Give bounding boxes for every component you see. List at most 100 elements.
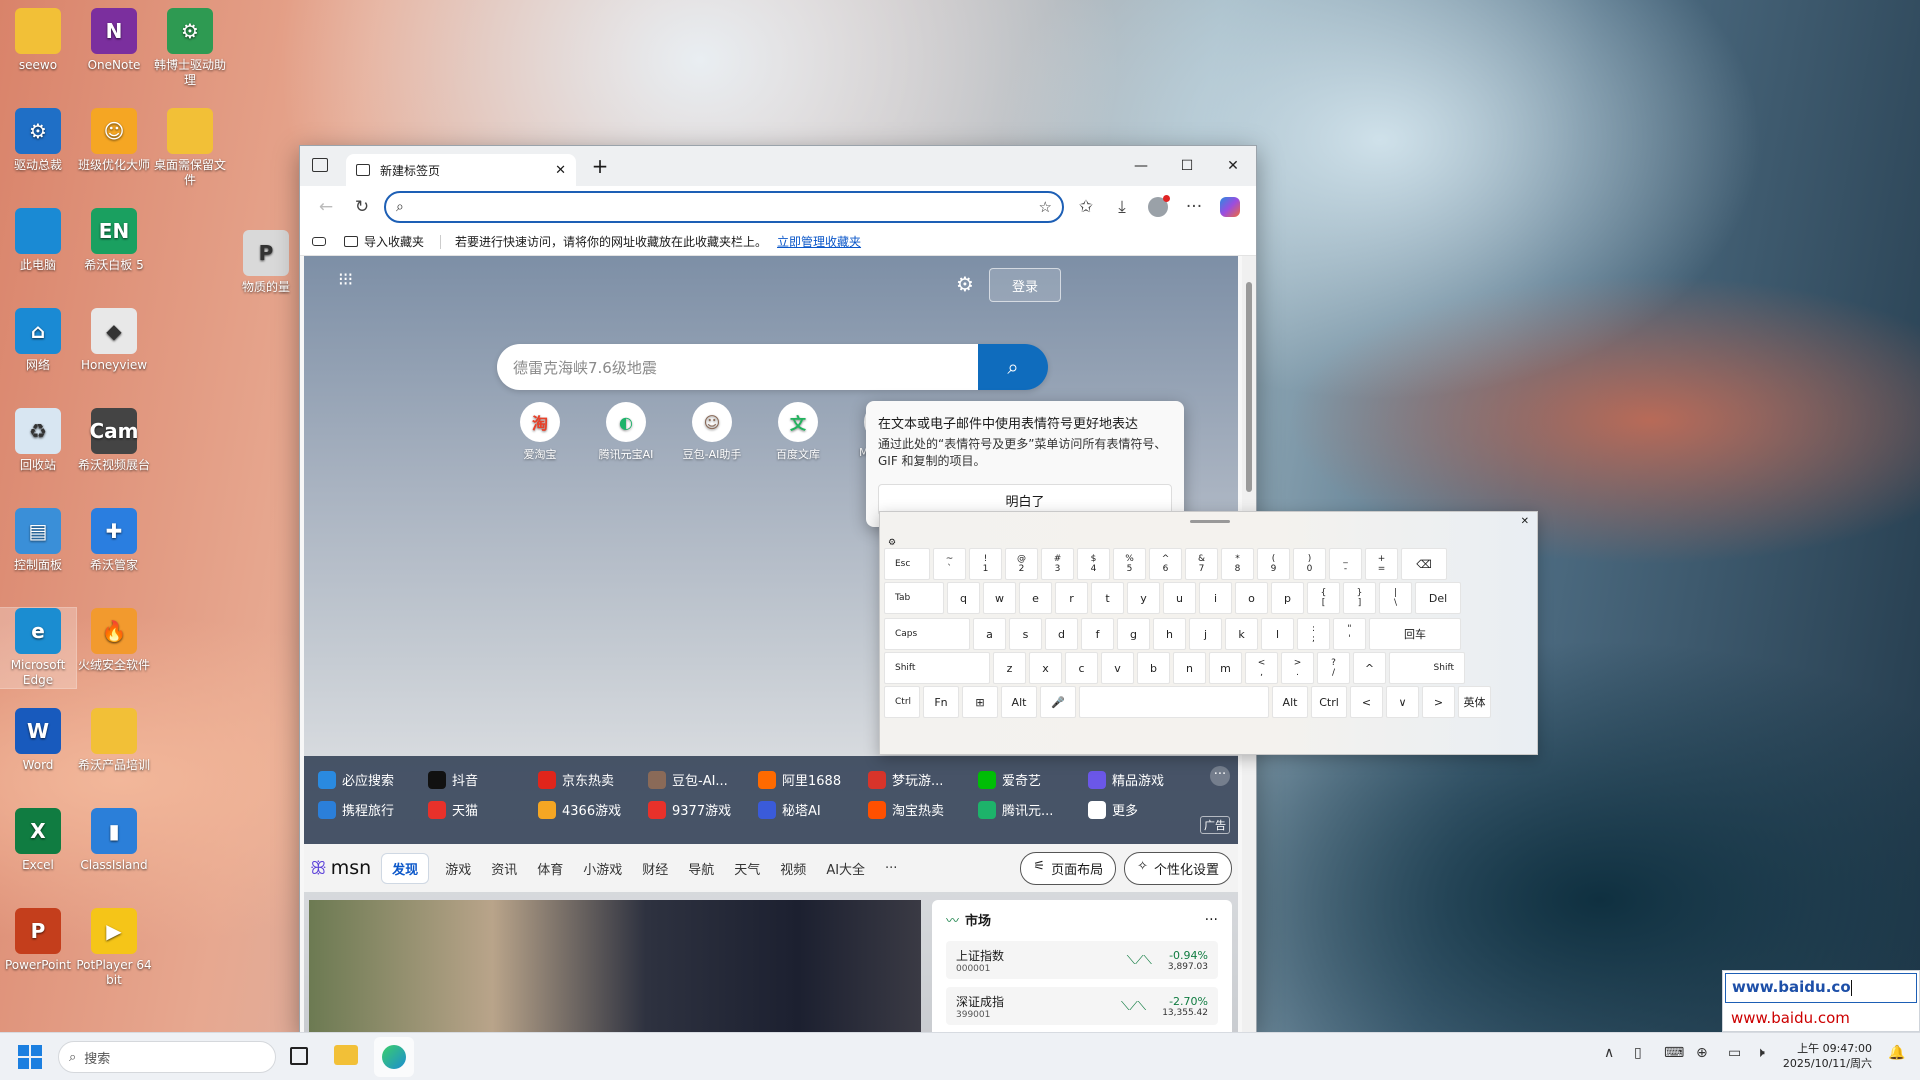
copilot-icon[interactable]: [1212, 191, 1248, 223]
key-3-6[interactable]: n: [1173, 652, 1206, 684]
key-1-8[interactable]: i: [1199, 582, 1232, 614]
key-0-14[interactable]: ⌫: [1401, 548, 1447, 580]
desktop-icon-21[interactable]: P PowerPoint: [0, 908, 76, 973]
refresh-button[interactable]: ↻: [344, 191, 380, 223]
key-3-2[interactable]: x: [1029, 652, 1062, 684]
desktop-icon-22[interactable]: ▶ PotPlayer 64 bit: [76, 908, 152, 988]
desktop-icon-10[interactable]: ◆ Honeyview: [76, 308, 152, 373]
manage-favorites-link[interactable]: 立即管理收藏夹: [777, 233, 861, 250]
key-4-0[interactable]: Ctrl: [884, 686, 920, 718]
keyboard-close-icon[interactable]: ✕: [1521, 516, 1529, 527]
key-1-5[interactable]: t: [1091, 582, 1124, 614]
key-3-12[interactable]: Shift: [1389, 652, 1465, 684]
key-2-9[interactable]: l: [1261, 618, 1294, 650]
key-3-5[interactable]: b: [1137, 652, 1170, 684]
key-4-7[interactable]: Ctrl: [1311, 686, 1347, 718]
key-2-10[interactable]: :;: [1297, 618, 1330, 650]
desktop-icon-1[interactable]: N OneNote: [76, 8, 152, 73]
msn-tab-1[interactable]: 游戏: [435, 859, 481, 878]
key-1-14[interactable]: Del: [1415, 582, 1461, 614]
volume-mute-icon[interactable]: 🕨: [1756, 1045, 1765, 1061]
back-button[interactable]: ←: [308, 191, 344, 223]
key-2-5[interactable]: g: [1117, 618, 1150, 650]
desktop-icon-3[interactable]: ⚙ 驱动总裁: [0, 108, 76, 173]
key-0-12[interactable]: _ -: [1329, 548, 1362, 580]
key-0-13[interactable]: + =: [1365, 548, 1398, 580]
key-2-7[interactable]: j: [1189, 618, 1222, 650]
site-link-9[interactable]: 天猫: [428, 800, 478, 819]
market-row[interactable]: 上证指数 000001 ⟍⟋⟍ -0.94% 3,897.03: [946, 941, 1218, 979]
key-0-2[interactable]: ! 1: [969, 548, 1002, 580]
key-1-11[interactable]: {[: [1307, 582, 1340, 614]
desktop-icon-15[interactable]: e Microsoft Edge: [0, 607, 77, 689]
site-link-5[interactable]: 梦玩游...: [868, 770, 943, 789]
site-link-1[interactable]: 抖音: [428, 770, 478, 789]
edge-taskbar-icon[interactable]: [374, 1037, 414, 1077]
web-search-box[interactable]: 德雷克海峡7.6级地震 ⌕: [497, 344, 1048, 390]
key-3-4[interactable]: v: [1101, 652, 1134, 684]
msn-tab-6[interactable]: 导航: [678, 859, 724, 878]
desktop-icon-4[interactable]: ☺ 班级优化大师: [76, 108, 152, 173]
more-icon[interactable]: ···: [1176, 191, 1212, 223]
key-3-10[interactable]: ? /: [1317, 652, 1350, 684]
web-search-button[interactable]: ⌕: [978, 344, 1048, 390]
key-0-0[interactable]: Esc: [884, 548, 930, 580]
msn-tab-5[interactable]: 财经: [632, 859, 678, 878]
key-1-9[interactable]: o: [1235, 582, 1268, 614]
key-1-2[interactable]: w: [983, 582, 1016, 614]
desktop-icon-8[interactable]: P 物质的量: [228, 230, 304, 295]
new-tab-button[interactable]: +: [586, 154, 614, 178]
key-3-1[interactable]: z: [993, 652, 1026, 684]
usb-icon[interactable]: ▯: [1634, 1045, 1642, 1061]
site-link-4[interactable]: 阿里1688: [758, 770, 841, 789]
desktop-icon-20[interactable]: ▮ ClassIsland: [76, 808, 152, 873]
web-search-input[interactable]: 德雷克海峡7.6级地震: [497, 344, 978, 390]
desktop-icon-14[interactable]: ✚ 希沃管家: [76, 508, 152, 573]
key-3-0[interactable]: Shift: [884, 652, 990, 684]
import-favorites-link[interactable]: 导入收藏夹: [364, 233, 424, 250]
site-link-6[interactable]: 爱奇艺: [978, 770, 1041, 789]
baidu-suggestion[interactable]: www.baidu.com: [1723, 1005, 1919, 1031]
page-layout-button[interactable]: ⚟ 页面布局: [1020, 851, 1117, 885]
key-1-12[interactable]: }]: [1343, 582, 1376, 614]
maximize-button[interactable]: ☐: [1164, 146, 1210, 186]
desktop-icon-9[interactable]: ⌂ 网络: [0, 308, 76, 373]
key-4-5[interactable]: [1079, 686, 1269, 718]
collapse-icon[interactable]: [312, 237, 326, 246]
key-2-0[interactable]: Caps: [884, 618, 970, 650]
msn-tab-10[interactable]: ···: [875, 861, 907, 876]
key-0-11[interactable]: ) 0: [1293, 548, 1326, 580]
keyboard-drag-handle[interactable]: [1190, 520, 1230, 523]
key-0-8[interactable]: & 7: [1185, 548, 1218, 580]
baidu-input[interactable]: www.baidu.co: [1725, 973, 1917, 1003]
key-0-6[interactable]: % 5: [1113, 548, 1146, 580]
settings-gear-icon[interactable]: ⚙: [956, 272, 974, 296]
desktop-icon-5[interactable]: 桌面需保留文件: [152, 108, 228, 188]
key-2-6[interactable]: h: [1153, 618, 1186, 650]
key-0-1[interactable]: ~ `: [933, 548, 966, 580]
favorites-icon[interactable]: ✩: [1068, 191, 1104, 223]
key-3-7[interactable]: m: [1209, 652, 1242, 684]
key-3-9[interactable]: >.: [1281, 652, 1314, 684]
quick-link-1[interactable]: ◐ 腾讯元宝AI: [586, 402, 666, 462]
key-4-4[interactable]: 🎤: [1040, 686, 1076, 718]
key-3-3[interactable]: c: [1065, 652, 1098, 684]
msn-tab-2[interactable]: 资讯: [481, 859, 527, 878]
site-link-14[interactable]: 腾讯元...: [978, 800, 1053, 819]
apps-grid-icon[interactable]: ⁝⁝⁝: [338, 271, 358, 289]
key-0-3[interactable]: @2: [1005, 548, 1038, 580]
key-1-6[interactable]: y: [1127, 582, 1160, 614]
key-0-5[interactable]: $4: [1077, 548, 1110, 580]
desktop-icon-6[interactable]: 此电脑: [0, 208, 76, 273]
favorite-star-icon[interactable]: ☆: [1039, 198, 1052, 216]
desktop-icon-2[interactable]: ⚙ 韩博士驱动助理: [152, 8, 228, 88]
quick-link-3[interactable]: 文百度文库: [758, 402, 838, 462]
desktop-icon-16[interactable]: 🔥 火绒安全软件: [76, 608, 152, 673]
close-window-button[interactable]: ✕: [1210, 146, 1256, 186]
downloads-icon[interactable]: ⤓: [1104, 191, 1140, 223]
task-view-icon[interactable]: [290, 1047, 308, 1065]
key-4-10[interactable]: >: [1422, 686, 1455, 718]
key-2-12[interactable]: 回车: [1369, 618, 1461, 650]
msn-tab-8[interactable]: 视频: [770, 859, 816, 878]
key-2-3[interactable]: d: [1045, 618, 1078, 650]
